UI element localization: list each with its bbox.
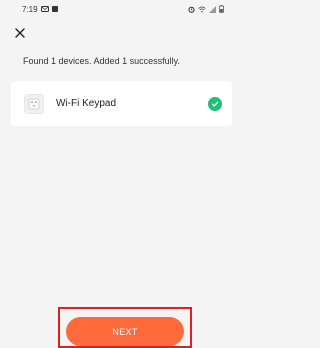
result-message: Found 1 devices. Added 1 successfully.: [23, 56, 180, 66]
wifi-icon: [198, 6, 206, 13]
device-name: Wi-Fi Keypad: [56, 98, 117, 109]
next-button[interactable]: NEXT: [66, 317, 184, 346]
screen: 7:19 Found 1 devices. Added 1 successful…: [0, 0, 242, 348]
keypad-icon: [24, 93, 44, 114]
check-circle-icon: [208, 96, 222, 111]
status-right: [188, 5, 224, 13]
device-item[interactable]: Wi-Fi Keypad: [11, 81, 232, 126]
status-bar: 7:19: [0, 0, 242, 18]
close-icon: [15, 25, 25, 43]
close-button[interactable]: [12, 26, 28, 42]
alarm-icon: [188, 6, 195, 13]
signal-icon: [209, 5, 216, 13]
battery-icon: [219, 5, 224, 13]
status-time: 7:19: [22, 4, 38, 14]
message-icon: [40, 6, 49, 12]
status-left: 7:19: [22, 5, 58, 14]
notification-icon: [51, 6, 58, 12]
